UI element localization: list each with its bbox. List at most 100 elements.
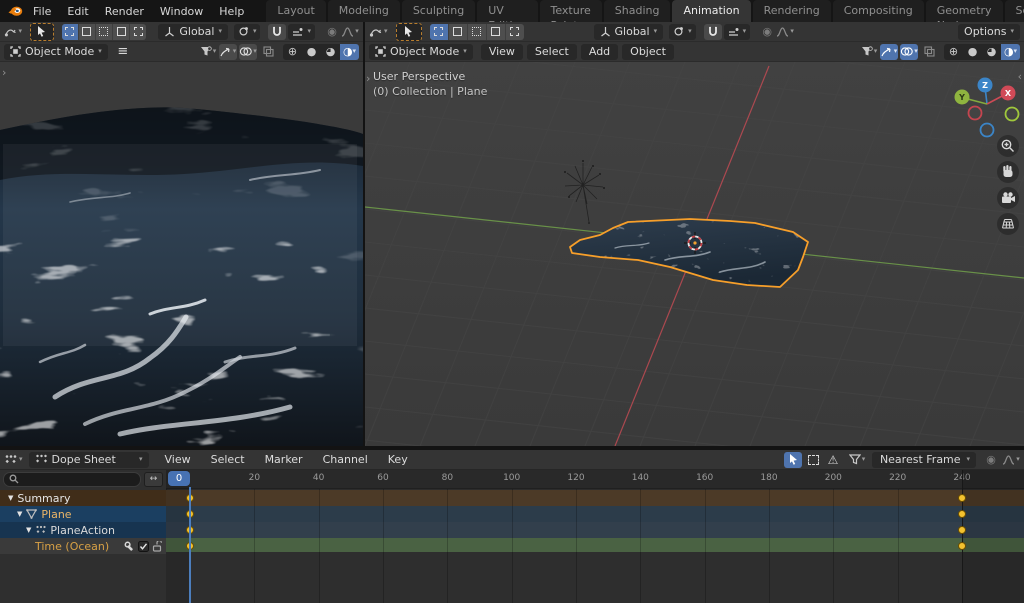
workspace-tab-uv-editing[interactable]: UV Editing bbox=[477, 0, 537, 22]
select-mode-invert-button[interactable] bbox=[487, 24, 506, 40]
select-mode-set-button[interactable] bbox=[430, 24, 449, 40]
playhead-current-frame[interactable]: 0 bbox=[168, 471, 190, 486]
editor-type-3dview-icon[interactable]: ▾ bbox=[4, 24, 22, 40]
app-menu-render[interactable]: Render bbox=[97, 0, 152, 22]
show-gizmo-icon[interactable]: ▾ bbox=[219, 44, 237, 60]
viewport-menu-object[interactable]: Object bbox=[622, 44, 674, 60]
material-preview-icon[interactable]: ◕ bbox=[982, 44, 1001, 60]
dope-menu-select[interactable]: Select bbox=[203, 452, 253, 468]
channel-row-planeaction[interactable]: ▼PlaneAction bbox=[0, 522, 166, 538]
snap-mode-dropdown[interactable]: Nearest Frame▾ bbox=[872, 452, 976, 468]
filter-funnel-icon[interactable]: ▾ bbox=[848, 452, 866, 468]
workspace-tab-sculpting[interactable]: Sculpting bbox=[402, 0, 475, 22]
channel-band-summary[interactable] bbox=[166, 490, 1024, 506]
zoom-button[interactable] bbox=[997, 135, 1019, 157]
proportional-editing-icon[interactable]: ◉ bbox=[758, 24, 776, 40]
workspace-tab-rendering[interactable]: Rendering bbox=[753, 0, 831, 22]
show-gizmo-icon[interactable]: ▾ bbox=[880, 44, 898, 60]
collapsed-menus-hamburger-icon[interactable]: ≡ bbox=[114, 44, 132, 60]
options-dropdown[interactable]: Options▾ bbox=[958, 24, 1020, 40]
workspace-tab-geometry-nodes[interactable]: Geometry Nodes bbox=[926, 0, 1003, 22]
tweak-tool-button[interactable] bbox=[784, 452, 802, 468]
dope-sheet-timeline[interactable]: 20406080100120140160180200220240 0 bbox=[166, 470, 1024, 603]
select-mode-set-button[interactable] bbox=[62, 24, 79, 40]
select-mode-extend-button[interactable] bbox=[449, 24, 468, 40]
blender-logo-icon[interactable] bbox=[8, 5, 23, 17]
dope-menu-key[interactable]: Key bbox=[380, 452, 416, 468]
disclosure-triangle-icon[interactable]: ▼ bbox=[8, 494, 13, 502]
checkbox-icon[interactable] bbox=[138, 541, 149, 552]
proportional-editing-icon[interactable]: ◉ bbox=[323, 24, 341, 40]
select-mode-subtract-button[interactable] bbox=[96, 24, 113, 40]
disclosure-triangle-icon[interactable]: ▼ bbox=[17, 510, 22, 518]
sidebar-toggle-chevron-icon[interactable]: ‹ bbox=[1018, 70, 1022, 83]
tweak-tool-button[interactable] bbox=[30, 23, 54, 41]
camera-viewport[interactable]: › bbox=[0, 62, 363, 446]
wrench-icon[interactable] bbox=[124, 541, 135, 552]
channel-row-summary[interactable]: ▼Summary bbox=[0, 490, 166, 506]
viewport-menu-add[interactable]: Add bbox=[581, 44, 618, 60]
playhead-line[interactable] bbox=[189, 487, 191, 603]
wireframe-shading-icon[interactable]: ⊕ bbox=[944, 44, 963, 60]
workspace-tab-animation[interactable]: Animation bbox=[672, 0, 750, 22]
proportional-falloff-icon[interactable]: ▾ bbox=[1002, 452, 1020, 468]
workspace-tab-texture-paint[interactable]: Texture Paint bbox=[540, 0, 602, 22]
channel-band-planeaction[interactable] bbox=[166, 522, 1024, 538]
keyframe-summary-240[interactable] bbox=[958, 494, 966, 502]
snap-target-dropdown[interactable]: ▾ bbox=[288, 24, 315, 40]
workspace-tab-shading[interactable]: Shading bbox=[604, 0, 671, 22]
keyframe-time-ocean-240[interactable] bbox=[958, 542, 966, 550]
3d-viewport[interactable]: Z X Y User Perspective (0) Collection | … bbox=[365, 62, 1024, 446]
editor-type-dopesheet-icon[interactable]: ▾ bbox=[4, 452, 23, 468]
pan-hand-button[interactable] bbox=[997, 161, 1019, 183]
workspace-tab-layout[interactable]: Layout bbox=[266, 0, 325, 22]
viewport-menu-select[interactable]: Select bbox=[527, 44, 577, 60]
transform-orientation-dropdown[interactable]: Global▾ bbox=[158, 24, 228, 40]
workspace-tab-compositing[interactable]: Compositing bbox=[833, 0, 924, 22]
snap-magnet-icon[interactable] bbox=[704, 24, 722, 40]
workspace-tab-scripting[interactable]: Scripting bbox=[1005, 0, 1024, 22]
warning-filter-icon[interactable]: ⚠ bbox=[824, 452, 842, 468]
dope-sheet-mode-dropdown[interactable]: Dope Sheet▾ bbox=[29, 452, 149, 468]
select-mode-intersect-button[interactable] bbox=[130, 24, 146, 40]
snap-magnet-icon[interactable] bbox=[268, 24, 286, 40]
expand-channels-button[interactable]: ↔ bbox=[144, 472, 163, 487]
toolbar-toggle-chevron-icon[interactable]: › bbox=[366, 72, 370, 85]
filter-objects-icon[interactable]: ▾ bbox=[860, 44, 878, 60]
solid-shading-icon[interactable]: ● bbox=[963, 44, 982, 60]
rendered-shading-icon[interactable]: ◑▾ bbox=[340, 44, 359, 60]
solid-shading-icon[interactable]: ● bbox=[302, 44, 321, 60]
app-menu-edit[interactable]: Edit bbox=[59, 0, 96, 22]
toggle-xray-icon[interactable] bbox=[920, 44, 938, 60]
select-mode-subtract-button[interactable] bbox=[468, 24, 487, 40]
keyframe-planeaction-240[interactable] bbox=[958, 526, 966, 534]
toggle-xray-icon[interactable] bbox=[259, 44, 277, 60]
material-preview-icon[interactable]: ◕ bbox=[321, 44, 340, 60]
camera-view-button[interactable] bbox=[997, 187, 1019, 209]
dope-menu-channel[interactable]: Channel bbox=[315, 452, 376, 468]
channel-row-time-ocean[interactable]: Time (Ocean) bbox=[0, 538, 166, 554]
app-menu-file[interactable]: File bbox=[25, 0, 59, 22]
channel-row-plane[interactable]: ▼Plane bbox=[0, 506, 166, 522]
sidebar-toggle-chevron-icon[interactable]: › bbox=[2, 66, 6, 79]
workspace-tab-modeling[interactable]: Modeling bbox=[328, 0, 400, 22]
select-mode-invert-button[interactable] bbox=[113, 24, 130, 40]
frame-ruler[interactable]: 20406080100120140160180200220240 bbox=[166, 470, 1024, 489]
dope-menu-view[interactable]: View bbox=[157, 452, 199, 468]
timeline-empty-area[interactable] bbox=[166, 552, 1024, 603]
wireframe-shading-icon[interactable]: ⊕ bbox=[283, 44, 302, 60]
show-overlays-icon[interactable]: ▾ bbox=[239, 44, 257, 60]
channel-band-plane[interactable] bbox=[166, 506, 1024, 522]
proportional-falloff-icon[interactable]: ▾ bbox=[776, 24, 794, 40]
viewport-menu-view[interactable]: View bbox=[481, 44, 523, 60]
pivot-point-dropdown[interactable]: ▾ bbox=[669, 24, 696, 40]
orthographic-toggle-button[interactable] bbox=[997, 213, 1019, 235]
app-menu-window[interactable]: Window bbox=[152, 0, 211, 22]
tweak-tool-button[interactable] bbox=[396, 23, 422, 41]
disclosure-triangle-icon[interactable]: ▼ bbox=[26, 526, 31, 534]
box-select-tool-button[interactable] bbox=[804, 452, 822, 468]
show-overlays-icon[interactable]: ▾ bbox=[900, 44, 918, 60]
snap-target-dropdown[interactable]: ▾ bbox=[724, 24, 751, 40]
mode-dropdown[interactable]: Object Mode▾ bbox=[369, 44, 473, 60]
mode-dropdown[interactable]: Object Mode▾ bbox=[4, 44, 108, 60]
